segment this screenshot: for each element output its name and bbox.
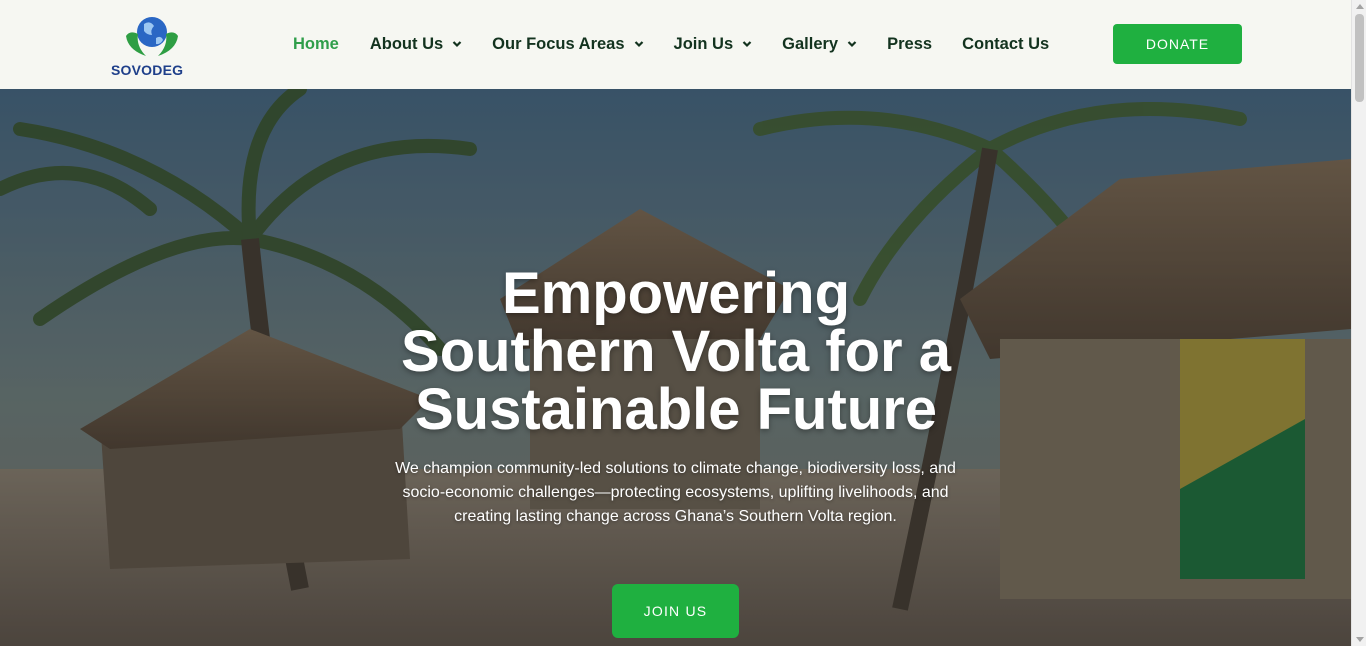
- scroll-up-arrow-icon[interactable]: [1356, 4, 1364, 9]
- join-us-button[interactable]: JOIN US: [612, 584, 739, 638]
- nav-item-gallery[interactable]: Gallery: [782, 35, 857, 54]
- chevron-down-icon: [742, 41, 752, 48]
- hero-section: Empowering Southern Volta for a Sustaina…: [0, 89, 1351, 646]
- nav-item-label: Press: [887, 34, 933, 53]
- chevron-down-icon: [452, 41, 462, 48]
- nav-item-label: Home: [293, 34, 339, 53]
- hero-subtitle: We champion community-led solutions to c…: [395, 460, 956, 525]
- brand-name: SOVODEG: [111, 62, 184, 78]
- scroll-down-arrow-icon[interactable]: [1356, 637, 1364, 642]
- globe-hands-icon: [126, 17, 178, 56]
- hero-title: Empowering Southern Volta for a Sustaina…: [401, 261, 951, 442]
- nav-item-label: Join Us: [673, 34, 734, 53]
- nav-item-join-us[interactable]: Join Us: [674, 35, 753, 54]
- nav-item-contact-us[interactable]: Contact Us: [962, 35, 1049, 54]
- donate-button[interactable]: DONATE: [1113, 24, 1242, 64]
- chevron-down-icon: [634, 41, 643, 48]
- site-header: SOVODEG Home About Us Our Focus Areas Jo…: [0, 0, 1351, 89]
- page-scrollbar[interactable]: [1351, 0, 1366, 646]
- nav-item-about-us[interactable]: About Us: [370, 35, 462, 54]
- nav-item-label: Contact Us: [962, 34, 1050, 53]
- nav-item-label: Gallery: [782, 34, 839, 53]
- site-logo[interactable]: SOVODEG: [110, 14, 192, 80]
- scrollbar-thumb[interactable]: [1355, 14, 1364, 102]
- nav-item-press[interactable]: Press: [887, 35, 932, 54]
- nav-item-our-focus-areas[interactable]: Our Focus Areas: [492, 35, 643, 54]
- chevron-down-icon: [847, 41, 857, 48]
- main-nav: Home About Us Our Focus Areas Join Us Ga…: [293, 33, 1049, 55]
- nav-item-label: About Us: [369, 34, 444, 53]
- nav-item-label: Our Focus Areas: [492, 34, 625, 53]
- nav-item-home[interactable]: Home: [293, 35, 339, 54]
